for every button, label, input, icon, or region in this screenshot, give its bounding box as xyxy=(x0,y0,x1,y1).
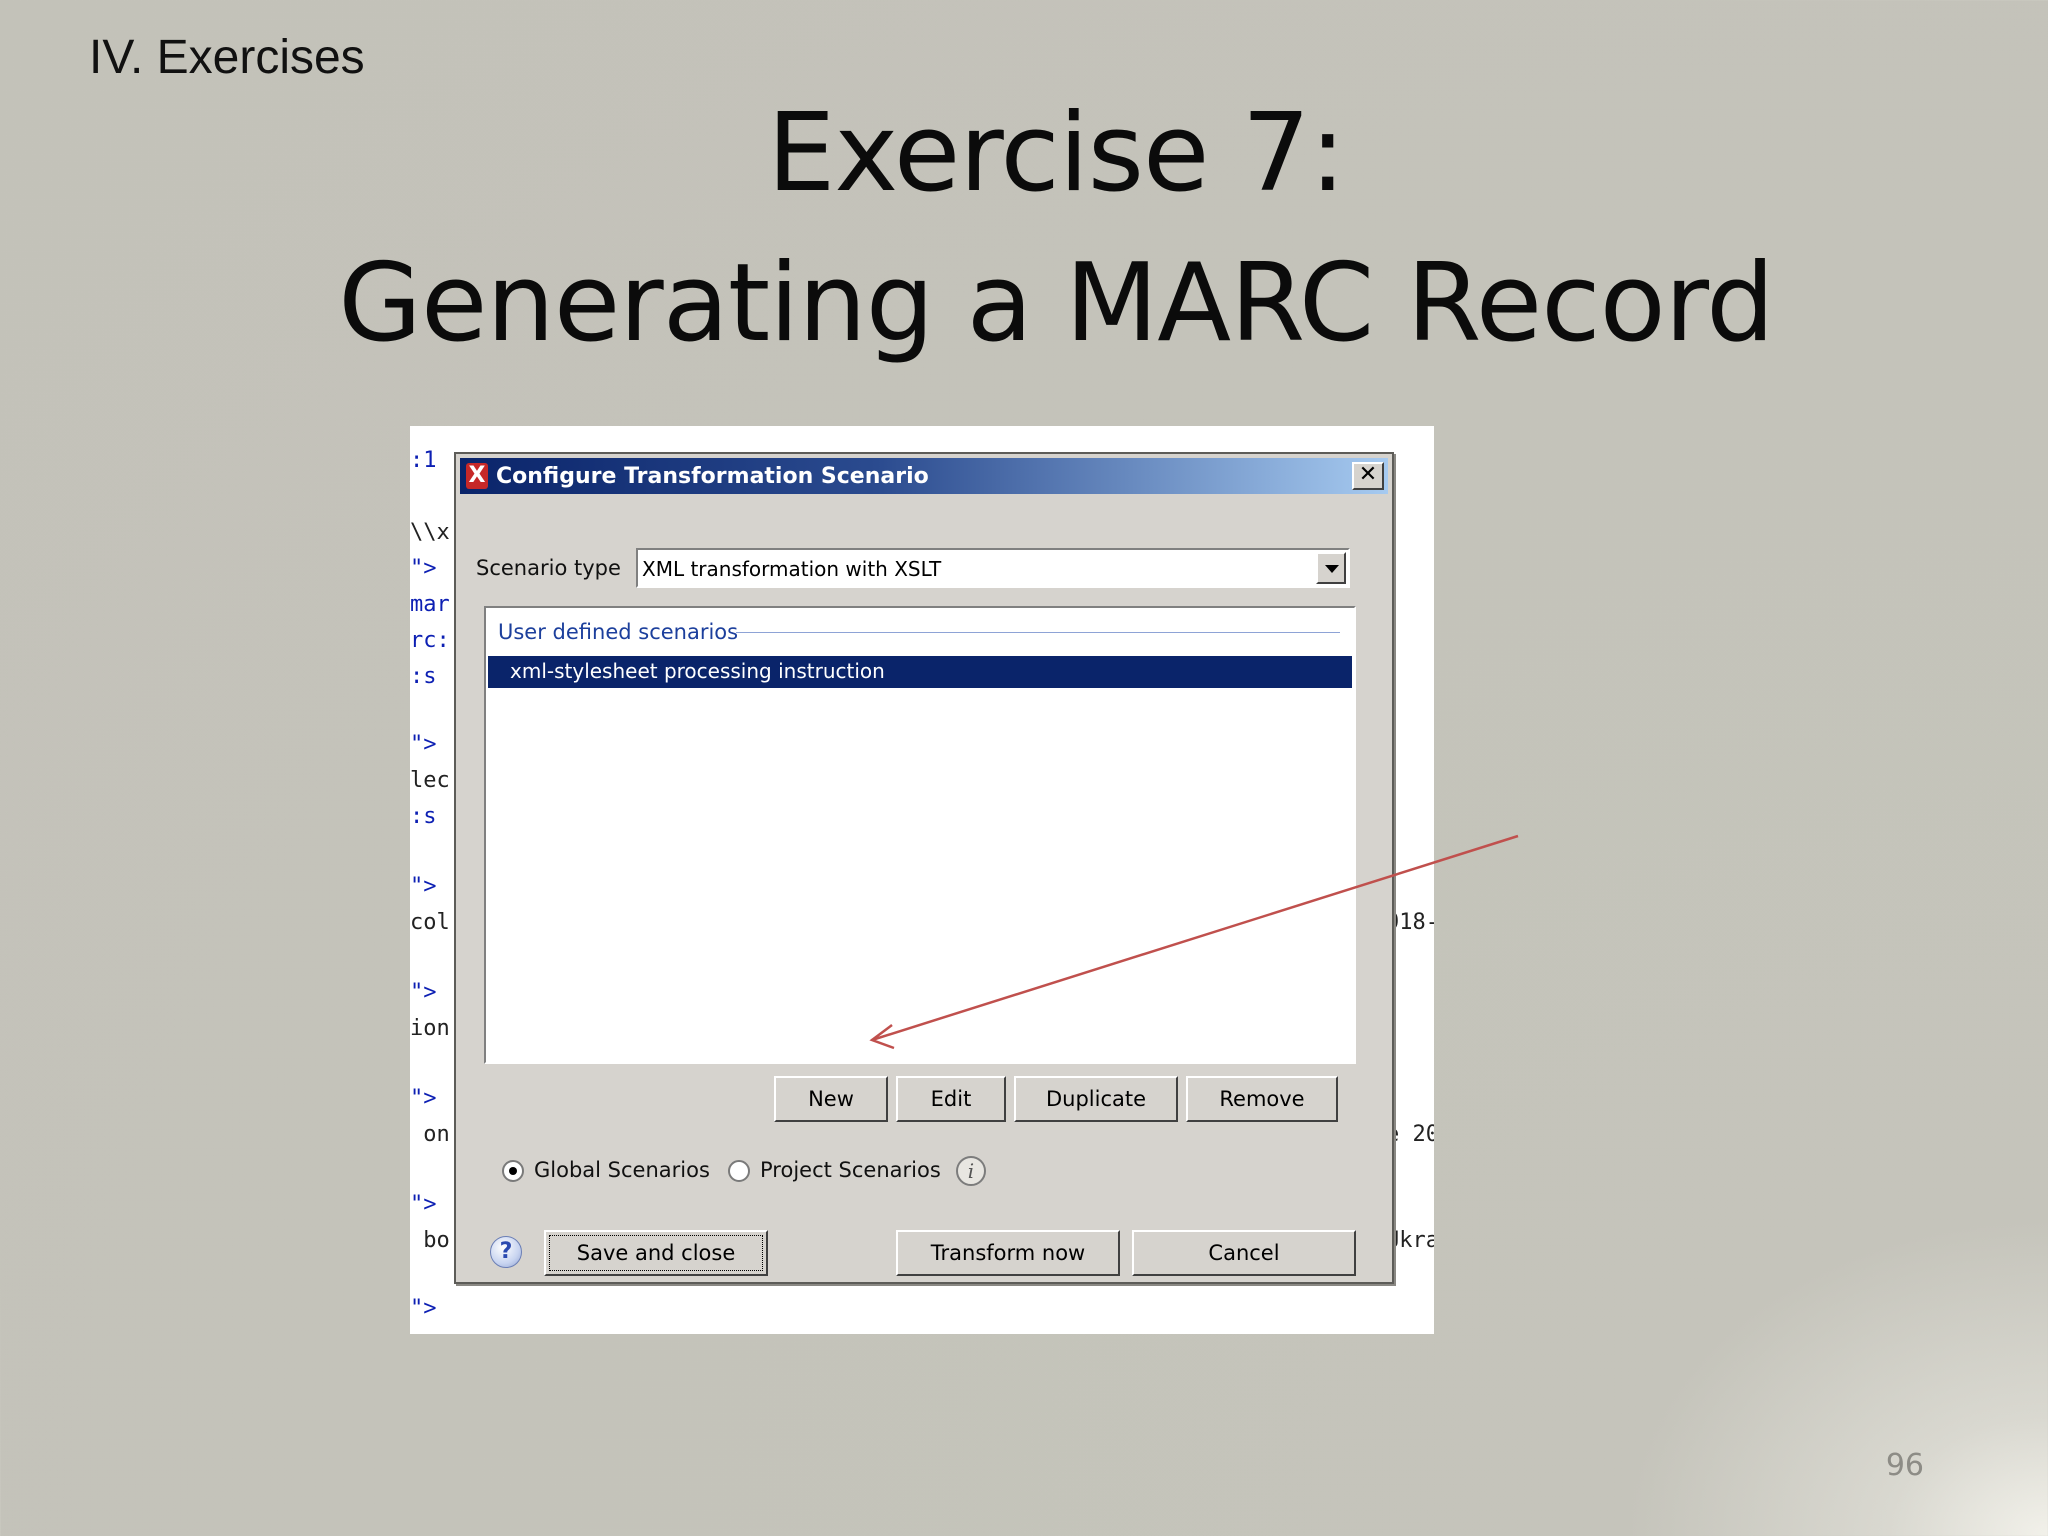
dialog-title: Configure Transformation Scenario xyxy=(496,464,929,489)
close-icon: ✕ xyxy=(1358,462,1378,487)
duplicate-button[interactable]: Duplicate xyxy=(1014,1076,1178,1122)
code-line: "> xyxy=(410,1086,437,1111)
dialog-titlebar[interactable]: X Configure Transformation Scenario ✕ xyxy=(460,458,1388,494)
global-scenarios-label[interactable]: Global Scenarios xyxy=(534,1158,710,1182)
chevron-down-icon[interactable] xyxy=(1316,552,1346,584)
code-line: "> xyxy=(410,1192,437,1217)
group-divider xyxy=(736,632,1340,633)
code-line: "> xyxy=(410,1296,437,1321)
code-line: lec xyxy=(410,768,450,793)
slide-title-line1: Exercise 7: xyxy=(767,91,1346,216)
code-line: "> xyxy=(410,732,437,757)
code-line: on xyxy=(410,1122,450,1147)
code-line: col xyxy=(410,910,450,935)
remove-button[interactable]: Remove xyxy=(1186,1076,1338,1122)
code-line: \\x xyxy=(410,520,450,545)
scenario-type-value: XML transformation with XSLT xyxy=(642,557,942,581)
group-label: User defined scenarios xyxy=(498,620,747,644)
oxygen-x-icon: X xyxy=(466,463,488,489)
project-scenarios-label[interactable]: Project Scenarios xyxy=(760,1158,941,1182)
new-button[interactable]: New xyxy=(774,1076,888,1122)
cancel-button[interactable]: Cancel xyxy=(1132,1230,1356,1276)
code-line: :1 xyxy=(410,448,437,473)
section-label: IV. Exercises xyxy=(89,31,365,84)
code-line: "> xyxy=(410,980,437,1005)
slide-title-line2: Generating a MARC Record xyxy=(338,241,1774,366)
code-line: "> xyxy=(410,556,437,581)
code-line: :s xyxy=(410,804,437,829)
scenario-type-select[interactable]: XML transformation with XSLT xyxy=(636,548,1350,588)
scenario-type-label: Scenario type xyxy=(476,556,621,580)
page-number: 96 xyxy=(1885,1448,1924,1483)
code-line: "> xyxy=(410,874,437,899)
configure-scenario-dialog: X Configure Transformation Scenario ✕ Sc… xyxy=(454,452,1394,1284)
list-item[interactable]: xml-stylesheet processing instruction xyxy=(488,656,1352,688)
list-item-label: xml-stylesheet processing instruction xyxy=(510,659,885,683)
code-line: :s xyxy=(410,664,437,689)
info-icon[interactable]: i xyxy=(956,1156,986,1186)
code-line: ion xyxy=(410,1016,450,1041)
code-line: bo xyxy=(410,1228,450,1253)
save-and-close-button[interactable]: Save and close xyxy=(544,1230,768,1276)
edit-button[interactable]: Edit xyxy=(896,1076,1006,1122)
global-scenarios-radio[interactable] xyxy=(502,1160,524,1182)
project-scenarios-radio[interactable] xyxy=(728,1160,750,1182)
help-question-icon[interactable]: ? xyxy=(490,1236,522,1268)
code-line: mar xyxy=(410,592,450,617)
transform-now-button[interactable]: Transform now xyxy=(896,1230,1120,1276)
close-button[interactable]: ✕ xyxy=(1352,462,1384,490)
scenario-list[interactable]: User defined scenarios xml-stylesheet pr… xyxy=(484,606,1356,1064)
screenshot-panel: :1 \\x "> mar rc: :s "> lec :s "> col ">… xyxy=(410,426,1434,1334)
code-line: rc: xyxy=(410,628,450,653)
